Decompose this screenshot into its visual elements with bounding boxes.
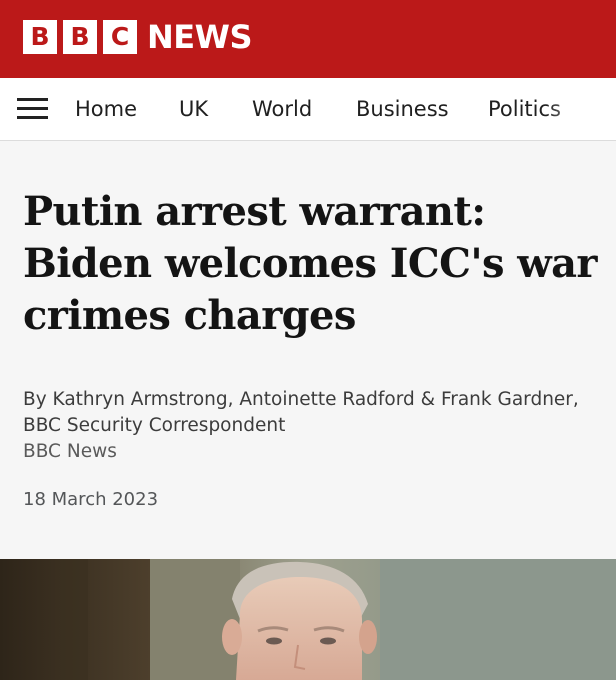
nav-item-home[interactable]: Home <box>75 96 137 122</box>
logo-letter-b1: B <box>23 20 57 54</box>
nav-item-world[interactable]: World <box>252 96 312 122</box>
masthead: B B C NEWS <box>0 0 616 78</box>
article-date: 18 March 2023 <box>23 489 159 510</box>
article-source: BBC News <box>23 441 117 462</box>
bbc-news-logo[interactable]: B B C NEWS <box>23 20 252 54</box>
nav-item-business[interactable]: Business <box>356 96 449 122</box>
logo-news-word: NEWS <box>147 18 252 56</box>
section-navigation: Home UK World Business Politics <box>0 78 616 141</box>
logo-letter-c: C <box>103 20 137 54</box>
nav-item-politics[interactable]: Politics <box>488 96 561 122</box>
putin-photo <box>0 559 616 680</box>
article-header: Putin arrest warrant: Biden welcomes ICC… <box>0 141 616 559</box>
logo-letter-b2: B <box>63 20 97 54</box>
hamburger-menu-icon[interactable] <box>17 98 48 120</box>
article-byline: By Kathryn Armstrong, Antoinette Radford… <box>23 389 579 436</box>
nav-item-uk[interactable]: UK <box>179 96 208 122</box>
hero-image <box>0 559 616 680</box>
article-headline: Putin arrest warrant: Biden welcomes ICC… <box>23 188 597 339</box>
